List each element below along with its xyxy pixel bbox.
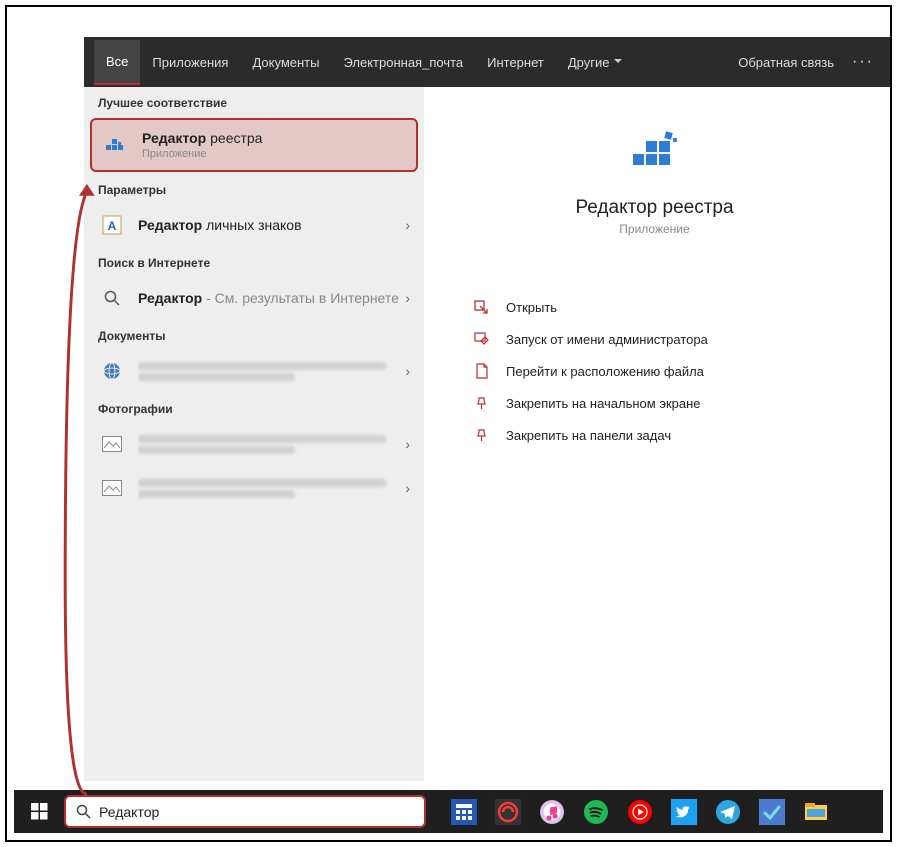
registry-editor-icon xyxy=(102,131,130,159)
image-icon xyxy=(98,430,126,458)
itunes-app-icon[interactable] xyxy=(532,792,572,832)
result-label: Редактор реестра xyxy=(142,130,406,146)
action-pin-start[interactable]: Закрепить на начальном экране xyxy=(464,387,845,419)
detail-panel: Редактор реестра Приложение Открыть Запу… xyxy=(424,87,885,781)
result-label: Редактор личных знаков xyxy=(138,217,399,233)
pin-icon xyxy=(470,395,492,411)
tab-internet[interactable]: Интернет xyxy=(475,41,556,84)
tab-email[interactable]: Электронная_почта xyxy=(331,41,475,84)
chevron-right-icon: › xyxy=(405,290,410,306)
font-editor-icon: A xyxy=(98,211,126,239)
detail-subtitle: Приложение xyxy=(464,222,845,236)
twitter-app-icon[interactable] xyxy=(664,792,704,832)
taskbar: Редактор xyxy=(14,790,883,833)
search-results-panel: Лучшее соответствие Редактор реестра При… xyxy=(84,87,424,781)
action-label: Открыть xyxy=(506,300,557,315)
action-run-as-admin[interactable]: Запуск от имени администратора xyxy=(464,323,845,355)
admin-icon xyxy=(470,331,492,347)
result-photo-2[interactable]: › xyxy=(84,466,424,510)
spotify-app-icon[interactable] xyxy=(576,792,616,832)
taskbar-apps xyxy=(444,792,836,832)
youtube-music-app-icon[interactable] xyxy=(620,792,660,832)
result-registry-editor[interactable]: Редактор реестра Приложение xyxy=(90,118,418,172)
open-icon xyxy=(470,299,492,315)
chevron-right-icon: › xyxy=(405,480,410,496)
image-icon xyxy=(98,474,126,502)
section-settings: Параметры xyxy=(84,174,424,203)
action-label: Запуск от имени администратора xyxy=(506,332,708,347)
action-label: Перейти к расположению файла xyxy=(506,364,704,379)
explorer-app-icon[interactable] xyxy=(796,792,836,832)
feedback-link[interactable]: Обратная связь xyxy=(738,55,834,70)
result-label: Редактор - См. результаты в Интернете xyxy=(138,290,399,306)
result-photo-1[interactable]: › xyxy=(84,422,424,466)
start-button[interactable] xyxy=(14,790,64,833)
result-private-char-editor[interactable]: A Редактор личных знаков › xyxy=(84,203,424,247)
tab-all[interactable]: Все xyxy=(94,40,140,85)
svg-text:A: A xyxy=(108,219,117,233)
telegram-app-icon[interactable] xyxy=(708,792,748,832)
chevron-right-icon: › xyxy=(405,363,410,379)
section-photos: Фотографии xyxy=(84,393,424,422)
tab-other[interactable]: Другие xyxy=(556,41,635,84)
more-menu[interactable]: ··· xyxy=(846,53,880,71)
calculator-app-icon[interactable] xyxy=(444,792,484,832)
search-icon xyxy=(98,284,126,312)
detail-title: Редактор реестра xyxy=(464,197,845,219)
section-best-match: Лучшее соответствие xyxy=(84,87,424,116)
tab-documents[interactable]: Документы xyxy=(240,41,331,84)
tab-apps[interactable]: Приложения xyxy=(140,41,240,84)
section-web: Поиск в Интернете xyxy=(84,247,424,276)
search-icon xyxy=(76,804,91,819)
taskbar-search-box[interactable]: Редактор xyxy=(64,795,426,828)
action-label: Закрепить на начальном экране xyxy=(506,396,701,411)
todo-app-icon[interactable] xyxy=(752,792,792,832)
chevron-right-icon: › xyxy=(405,436,410,452)
result-web-search[interactable]: Редактор - См. результаты в Интернете › xyxy=(84,276,424,320)
action-label: Закрепить на панели задач xyxy=(506,428,671,443)
action-list: Открыть Запуск от имени администратора П… xyxy=(464,291,845,451)
action-pin-taskbar[interactable]: Закрепить на панели задач xyxy=(464,419,845,451)
registry-editor-icon-large xyxy=(625,122,685,182)
search-filter-header: Все Приложения Документы Электронная_поч… xyxy=(84,37,890,87)
result-document-1[interactable]: › xyxy=(84,349,424,393)
action-open[interactable]: Открыть xyxy=(464,291,845,323)
pocket-casts-app-icon[interactable] xyxy=(488,792,528,832)
action-file-location[interactable]: Перейти к расположению файла xyxy=(464,355,845,387)
pin-icon xyxy=(470,427,492,443)
chevron-right-icon: › xyxy=(405,217,410,233)
globe-icon xyxy=(98,357,126,385)
section-documents: Документы xyxy=(84,320,424,349)
search-input-value: Редактор xyxy=(99,804,414,820)
file-location-icon xyxy=(470,363,492,379)
result-subtitle: Приложение xyxy=(142,148,406,160)
